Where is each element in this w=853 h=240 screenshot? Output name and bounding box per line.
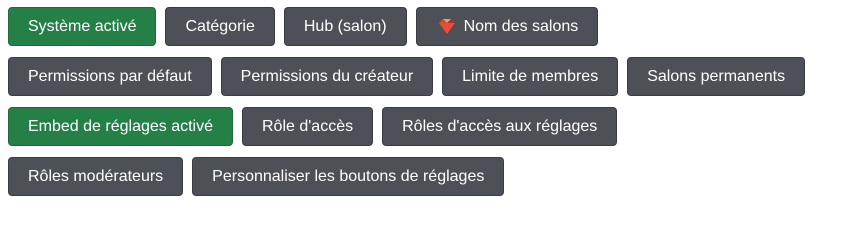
button-label: Personnaliser les boutons de réglages <box>212 167 485 185</box>
button-label: Nom des salons <box>463 17 579 35</box>
button-label: Rôles modérateurs <box>28 167 164 185</box>
button-label: Système activé <box>28 17 137 35</box>
button-label: Salons permanents <box>647 67 786 85</box>
button-label: Catégorie <box>185 17 255 35</box>
button-label: Permissions par défaut <box>28 67 192 85</box>
roles-d-acces-aux-reglages-button[interactable]: Rôles d'accès aux réglages <box>382 107 618 146</box>
button-row-4: Rôles modérateurs Personnaliser les bout… <box>8 157 505 196</box>
role-d-acces-button[interactable]: Rôle d'accès <box>242 107 374 146</box>
button-label: Hub (salon) <box>303 17 387 35</box>
button-row-2: Permissions par défaut Permissions du cr… <box>8 57 806 96</box>
hub-salon-button[interactable]: Hub (salon) <box>283 7 407 46</box>
nom-des-salons-button[interactable]: Nom des salons <box>415 7 599 46</box>
button-label: Rôles d'accès aux réglages <box>402 117 598 135</box>
personnaliser-les-boutons-button[interactable]: Personnaliser les boutons de réglages <box>192 157 505 196</box>
button-row-1: Système activé Catégorie Hub (salon) Nom… <box>8 7 599 46</box>
permissions-du-createur-button[interactable]: Permissions du créateur <box>220 57 434 96</box>
salons-permanents-button[interactable]: Salons permanents <box>627 57 806 96</box>
embed-de-reglages-active-button[interactable]: Embed de réglages activé <box>8 107 233 146</box>
button-label: Embed de réglages activé <box>28 117 213 135</box>
button-label: Rôle d'accès <box>262 117 354 135</box>
gem-emoji-icon <box>438 18 455 34</box>
permissions-par-defaut-button[interactable]: Permissions par défaut <box>8 57 212 96</box>
roles-moderateurs-button[interactable]: Rôles modérateurs <box>8 157 184 196</box>
categorie-button[interactable]: Catégorie <box>165 7 275 46</box>
limite-de-membres-button[interactable]: Limite de membres <box>442 57 619 96</box>
button-label: Limite de membres <box>462 67 599 85</box>
systeme-active-button[interactable]: Système activé <box>8 7 157 46</box>
button-row-3: Embed de réglages activé Rôle d'accès Rô… <box>8 107 618 146</box>
button-label: Permissions du créateur <box>240 67 414 85</box>
